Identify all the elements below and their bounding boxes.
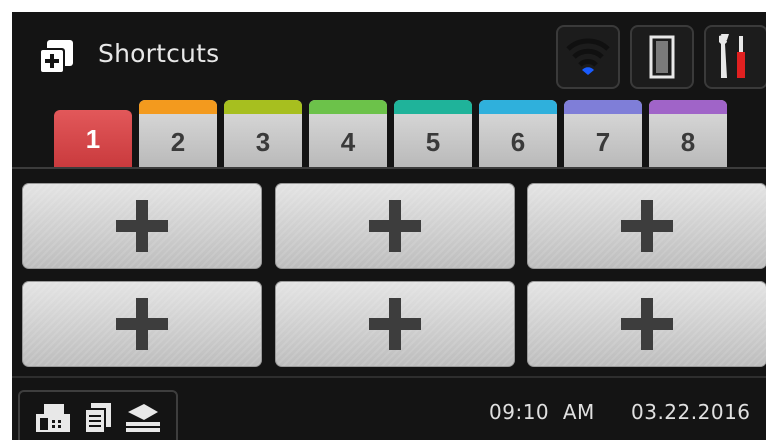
plus-icon xyxy=(621,298,673,350)
tab-divider xyxy=(12,167,766,169)
tab-color-stripe xyxy=(394,100,472,114)
tab-label: 2 xyxy=(170,126,186,157)
toner-button[interactable] xyxy=(630,25,694,89)
tab-label: 4 xyxy=(340,126,356,157)
tab-color-stripe xyxy=(564,100,642,114)
settings-tools-icon xyxy=(719,34,745,78)
clock: 09:10 AM xyxy=(489,400,595,424)
tab-color-stripe xyxy=(224,100,302,114)
ampm-value: AM xyxy=(562,400,595,424)
tab-label: 5 xyxy=(425,126,441,157)
header: Shortcuts xyxy=(12,12,766,98)
tab-bar: 1 2 3 4 5 6 7 8 xyxy=(12,100,766,168)
tab-5[interactable]: 5 xyxy=(394,100,472,168)
date: 03.22.2016 xyxy=(631,400,751,424)
add-shortcut-button[interactable] xyxy=(275,183,515,269)
add-shortcut-button[interactable] xyxy=(527,183,766,269)
copy-icon xyxy=(83,403,111,434)
tab-label: 7 xyxy=(595,126,611,157)
plus-icon xyxy=(116,200,168,252)
tab-2[interactable]: 2 xyxy=(139,100,217,168)
page-title: Shortcuts xyxy=(98,39,220,68)
tab-color-stripe xyxy=(649,100,727,114)
printer-screen: Shortcuts 1 2 3 4 5 6 7 8 09:10 AM 03.22.2016 xyxy=(12,12,766,440)
tab-label: 8 xyxy=(680,126,696,157)
plus-icon xyxy=(621,200,673,252)
tab-4[interactable]: 4 xyxy=(309,100,387,168)
tab-1[interactable]: 1 xyxy=(54,110,132,168)
wifi-icon xyxy=(566,38,610,75)
add-shortcut-button[interactable] xyxy=(22,281,262,367)
toner-icon xyxy=(649,35,675,79)
tab-color-stripe xyxy=(479,100,557,114)
time-value: 09:10 xyxy=(489,400,550,424)
plus-icon xyxy=(116,298,168,350)
tab-label: 1 xyxy=(85,123,101,154)
scan-icon xyxy=(126,404,161,432)
wifi-button[interactable] xyxy=(556,25,620,89)
add-shortcut-button[interactable] xyxy=(527,281,766,367)
add-shortcut-button[interactable] xyxy=(275,281,515,367)
mode-tray[interactable] xyxy=(18,390,178,440)
add-shortcut-button[interactable] xyxy=(22,183,262,269)
tab-8[interactable]: 8 xyxy=(649,100,727,168)
tab-7[interactable]: 7 xyxy=(564,100,642,168)
tab-color-stripe xyxy=(309,100,387,114)
tab-6[interactable]: 6 xyxy=(479,100,557,168)
fax-icon xyxy=(35,404,70,432)
plus-icon xyxy=(369,298,421,350)
tab-label: 3 xyxy=(255,126,271,157)
tab-label: 6 xyxy=(510,126,526,157)
plus-icon xyxy=(369,200,421,252)
tab-color-stripe xyxy=(139,100,217,114)
settings-button[interactable] xyxy=(704,25,766,89)
tab-3[interactable]: 3 xyxy=(224,100,302,168)
add-shortcut-icon xyxy=(39,40,73,74)
footer-divider xyxy=(12,376,766,378)
